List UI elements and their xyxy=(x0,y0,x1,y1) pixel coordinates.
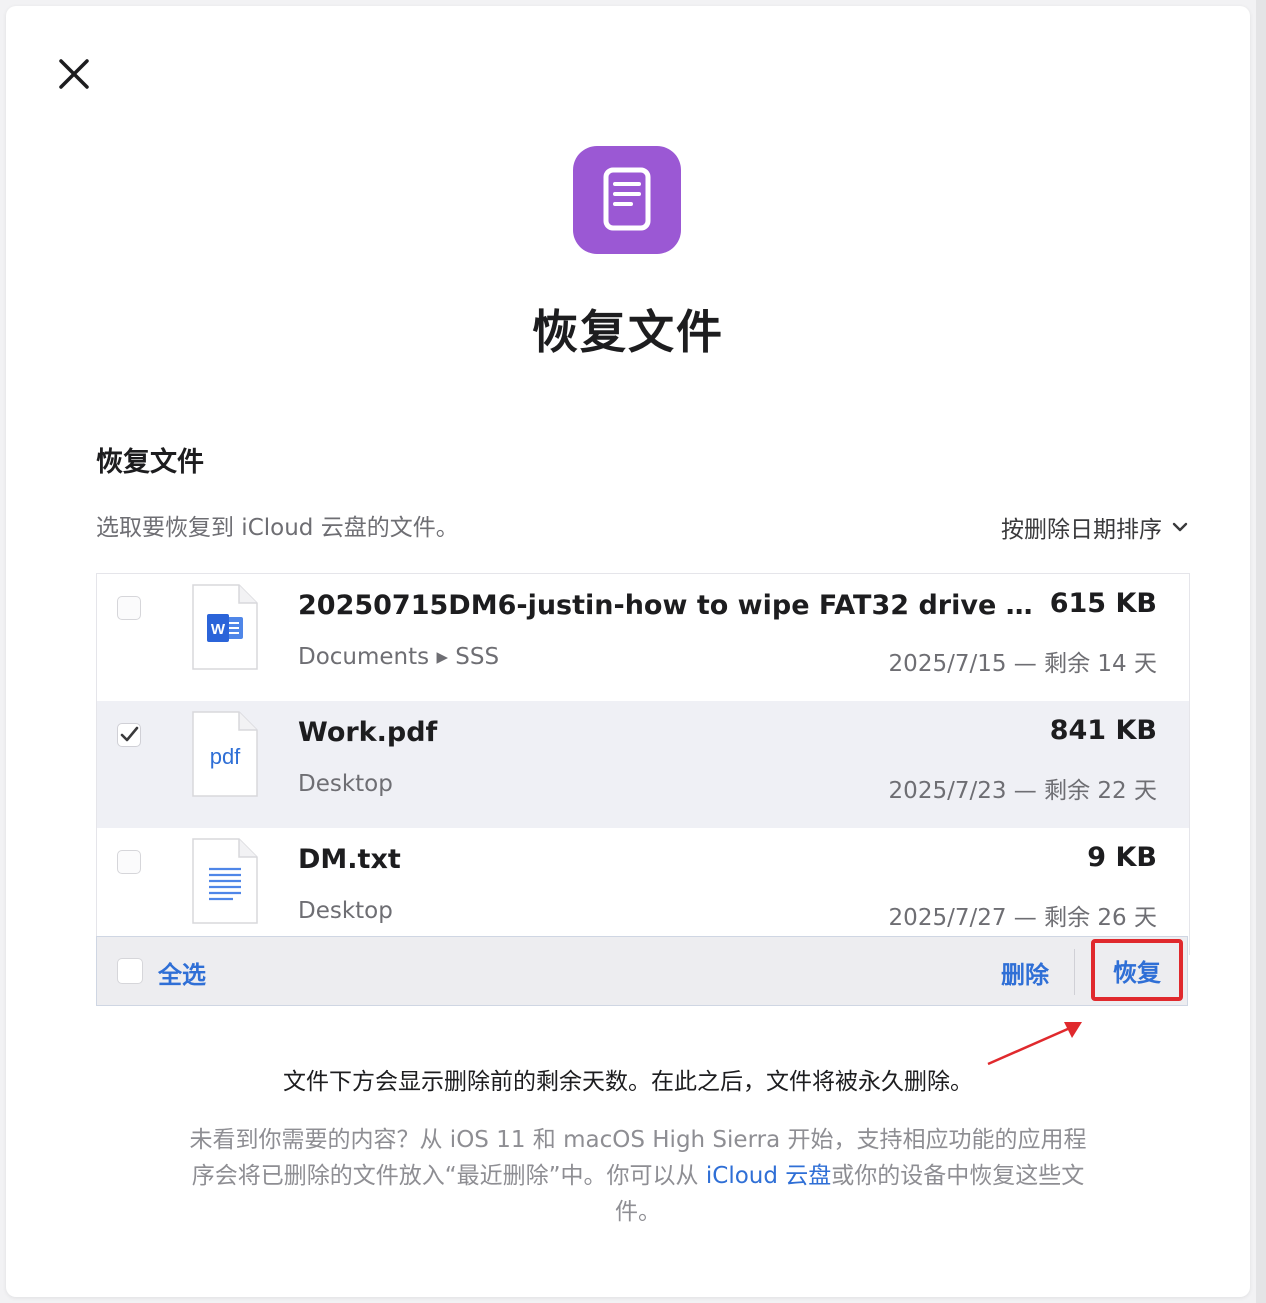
document-app-icon xyxy=(573,146,681,254)
toolbar-divider xyxy=(1074,949,1075,995)
file-size: 841 KB xyxy=(1049,715,1157,746)
restore-button[interactable]: 恢复 xyxy=(1091,939,1183,1001)
select-all-button[interactable]: 全选 xyxy=(158,955,206,990)
file-size: 615 KB xyxy=(1049,588,1157,619)
chevron-down-icon xyxy=(1172,522,1188,532)
restore-files-dialog: 恢复文件 恢复文件 选取要恢复到 iCloud 云盘的文件。 按删除日期排序 W… xyxy=(6,6,1250,1297)
section-title: 恢复文件 xyxy=(96,447,204,478)
file-name: DM.txt xyxy=(298,844,401,875)
file-row[interactable]: pdf Work.pdf 841 KB Desktop 2025/7/23 — … xyxy=(97,701,1189,828)
file-date: 2025/7/23 — 剩余 22 天 xyxy=(888,778,1157,804)
file-size: 9 KB xyxy=(1087,842,1157,873)
close-button[interactable] xyxy=(54,54,94,94)
svg-text:W: W xyxy=(211,621,226,638)
file-list: W 20250715DM6-justin-how to wipe FAT32 d… xyxy=(96,573,1190,955)
pdf-document-icon: pdf xyxy=(192,711,258,797)
file-action-toolbar: 全选 删除 恢复 xyxy=(96,936,1188,1006)
delete-button[interactable]: 删除 xyxy=(1001,955,1049,990)
section-subtitle: 选取要恢复到 iCloud 云盘的文件。 xyxy=(96,515,459,541)
close-icon xyxy=(59,59,89,89)
document-icon xyxy=(603,167,651,231)
file-location: Documents ▸ SSS xyxy=(298,644,500,670)
file-date: 2025/7/15 — 剩余 14 天 xyxy=(888,651,1157,677)
icloud-drive-link[interactable]: iCloud 云盘 xyxy=(706,1163,831,1189)
file-checkbox[interactable] xyxy=(117,850,141,874)
sort-dropdown[interactable]: 按删除日期排序 xyxy=(1001,510,1188,544)
file-checkbox[interactable] xyxy=(117,596,141,620)
file-date: 2025/7/27 — 剩余 26 天 xyxy=(888,905,1157,931)
help-text: 未看到你需要的内容？从 iOS 11 和 macOS High Sierra 开… xyxy=(188,1122,1088,1230)
file-name: 20250715DM6-justin-how to wipe FAT32 dri… xyxy=(298,590,1038,621)
file-name: Work.pdf xyxy=(298,717,438,748)
window-edge xyxy=(1256,0,1266,1303)
sort-label: 按删除日期排序 xyxy=(1001,517,1162,543)
text-document-icon xyxy=(192,838,258,924)
select-all-checkbox[interactable] xyxy=(117,958,143,984)
file-row[interactable]: W 20250715DM6-justin-how to wipe FAT32 d… xyxy=(97,574,1189,701)
word-document-icon: W xyxy=(192,584,258,670)
checkmark-icon xyxy=(120,726,139,742)
file-location: Desktop xyxy=(298,771,393,797)
retention-notice: 文件下方会显示删除前的剩余天数。在此之后，文件将被永久删除。 xyxy=(283,1069,973,1095)
dialog-title: 恢复文件 xyxy=(532,305,724,359)
pdf-type-label: pdf xyxy=(210,744,241,769)
file-checkbox[interactable] xyxy=(117,723,141,747)
file-location: Desktop xyxy=(298,898,393,924)
